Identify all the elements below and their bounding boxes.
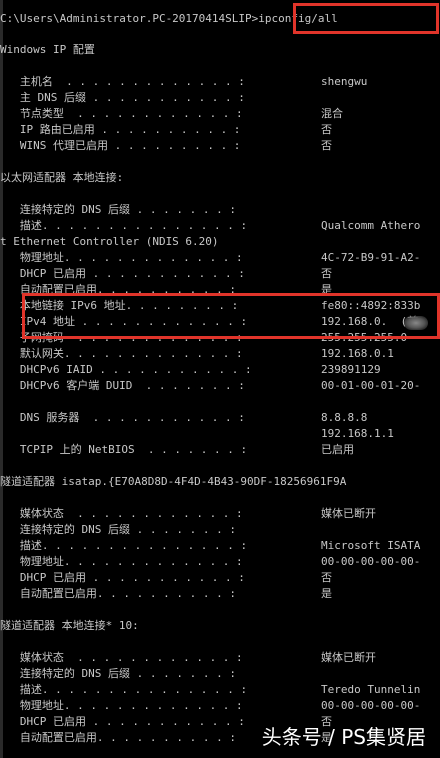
- line-label: IP 路由已启用 . . . . . . . . . . :: [0, 123, 241, 136]
- console-window: C:\Users\Administrator.PC-20170414SLIP>i…: [0, 0, 440, 758]
- line-label: t Ethernet Controller (NDIS 6.20): [0, 235, 219, 248]
- line-value: 混合: [321, 107, 343, 120]
- line-value: 00-00-00-00-00-: [321, 699, 421, 712]
- line-value: 00-01-00-01-20-: [321, 379, 421, 392]
- line-value: shengwu: [321, 75, 368, 88]
- line-label: DHCP 已启用 . . . . . . . . . . . :: [0, 715, 245, 728]
- line-label: 以太网适配器 本地连接:: [0, 171, 124, 184]
- line-value: 8.8.8.8: [321, 411, 368, 424]
- line-label: Windows IP 配置: [0, 43, 95, 56]
- line-value: 媒体已断开: [321, 507, 376, 520]
- line-label: 连接特定的 DNS 后缀 . . . . . . . :: [0, 203, 236, 216]
- line-label: 描述. . . . . . . . . . . . . . . :: [0, 683, 248, 696]
- line-label: 主机名 . . . . . . . . . . . . . :: [0, 75, 245, 88]
- line-value: 239891129: [321, 363, 381, 376]
- line-label: 描述. . . . . . . . . . . . . . . :: [0, 539, 248, 552]
- line-value: 否: [321, 123, 332, 136]
- line-value: 255.255.255.0: [321, 331, 408, 344]
- line-label: DNS 服务器 . . . . . . . . . . . :: [0, 411, 245, 424]
- line-label: 隧道适配器 本地连接* 10:: [0, 619, 139, 632]
- line-label: 物理地址. . . . . . . . . . . . . :: [0, 251, 243, 264]
- line-value: Microsoft ISATA: [321, 539, 421, 552]
- line-value: 4C-72-B9-91-A2-: [321, 251, 421, 264]
- line-value: 192.168.1.1: [321, 427, 394, 440]
- line-value: 已启用: [321, 443, 354, 456]
- line-label: IPv4 地址 . . . . . . . . . . . . :: [0, 315, 248, 328]
- line-value: 192.168.0.1: [321, 347, 394, 360]
- line-label: 隧道适配器 isatap.{E70A8D8D-4F4D-4B43-90DF-18…: [0, 475, 347, 488]
- line-value: 否: [321, 267, 332, 280]
- line-value: 否: [321, 571, 332, 584]
- line-label: 子网掩码 . . . . . . . . . . . . :: [0, 331, 243, 344]
- line-label: 物理地址. . . . . . . . . . . . . :: [0, 555, 243, 568]
- line-label: 自动配置已启用. . . . . . . . . . :: [0, 283, 236, 296]
- line-label: 节点类型 . . . . . . . . . . . . :: [0, 107, 243, 120]
- line-label: WINS 代理已启用 . . . . . . . . . :: [0, 139, 241, 152]
- line-label: 主 DNS 后缀 . . . . . . . . . . . :: [0, 91, 245, 104]
- watermark-text: 头条号 / PS集贤居: [261, 725, 426, 749]
- line-value: 是: [321, 587, 332, 600]
- line-value: Teredo Tunnelin: [321, 683, 421, 696]
- line-label: 连接特定的 DNS 后缀 . . . . . . . :: [0, 667, 236, 680]
- line-label: 本地链接 IPv6 地址. . . . . . . . :: [0, 299, 239, 312]
- line-value: 否: [321, 139, 332, 152]
- redacted-ip-blur: [404, 316, 428, 330]
- line-label: 媒体状态 . . . . . . . . . . . . :: [0, 651, 243, 664]
- line-value: fe80::4892:833b: [321, 299, 421, 312]
- line-label: DHCP 已启用 . . . . . . . . . . . :: [0, 267, 245, 280]
- line-label: 默认网关. . . . . . . . . . . . . :: [0, 347, 243, 360]
- line-label: DHCPv6 客户端 DUID . . . . . . . :: [0, 379, 245, 392]
- line-value: 媒体已断开: [321, 651, 376, 664]
- line-value: Qualcomm Athero: [321, 219, 421, 232]
- line-label: 媒体状态 . . . . . . . . . . . . :: [0, 507, 243, 520]
- line-label: 自动配置已启用. . . . . . . . . . :: [0, 731, 236, 744]
- line-label: C:\Users\Administrator.PC-20170414SLIP>i…: [0, 12, 338, 25]
- line-label: 连接特定的 DNS 后缀 . . . . . . . :: [0, 523, 236, 536]
- line-value: 是: [321, 283, 332, 296]
- line-label: TCPIP 上的 NetBIOS . . . . . . . :: [0, 443, 248, 456]
- line-label: 描述. . . . . . . . . . . . . . . :: [0, 219, 248, 232]
- line-value: 00-00-00-00-00-: [321, 555, 421, 568]
- line-label: DHCPv6 IAID . . . . . . . . . . . :: [0, 363, 252, 376]
- line-label: 自动配置已启用. . . . . . . . . . :: [0, 587, 236, 600]
- line-label: DHCP 已启用 . . . . . . . . . . . :: [0, 571, 245, 584]
- line-label: 物理地址. . . . . . . . . . . . . :: [0, 699, 243, 712]
